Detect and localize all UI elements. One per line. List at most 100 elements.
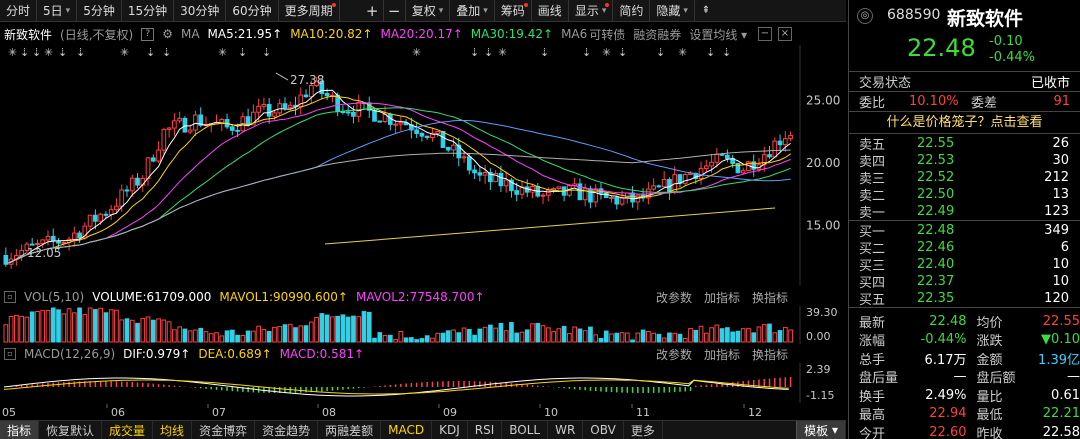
volume-bar	[424, 335, 430, 343]
macd-collapse-icon[interactable]: ▫	[4, 348, 16, 360]
volume-bar	[303, 325, 309, 343]
candle-body	[124, 189, 130, 192]
high-pointer	[275, 72, 289, 81]
stat-label: 最低	[976, 408, 1003, 424]
candle-body	[651, 185, 656, 190]
chart-mode: (日线,不复权)	[60, 27, 134, 42]
period-intraday-button[interactable]: 分时	[0, 0, 38, 22]
period-30min-button[interactable]: 30分钟	[174, 0, 227, 22]
tab-ma[interactable]: 均线	[153, 420, 193, 439]
period-60min-button[interactable]: 60分钟	[226, 0, 279, 22]
volume-bar	[319, 313, 325, 343]
tab-rsi[interactable]: RSI	[468, 420, 503, 439]
dif-text: DIF:0.979	[123, 347, 181, 361]
draw-line-button[interactable]: 画线	[532, 0, 569, 22]
volume-bar	[719, 328, 725, 343]
minus-icon[interactable]: −	[758, 27, 772, 41]
candle	[640, 187, 646, 202]
settings-gear-icon[interactable]: ⚙	[162, 27, 173, 41]
collapse-arrows-icon[interactable]: ⇞	[695, 0, 717, 22]
candle	[261, 97, 267, 110]
candle-body	[440, 130, 446, 148]
volume-bar	[277, 326, 283, 343]
volume-bar	[114, 309, 119, 343]
indicator-tab-bar: 指标 恢复默认 成交量 均线 资金博弈 资金趋势 两融差额 MACD KDJ R…	[0, 420, 846, 439]
set-ma-label: 设置均线	[689, 27, 738, 42]
tab-macd[interactable]: MACD	[381, 420, 433, 439]
macd-chart[interactable]: 2.39 -1.15	[0, 363, 846, 403]
period-5min-button[interactable]: 5分钟	[77, 0, 122, 22]
tab-wr[interactable]: WR	[548, 420, 584, 439]
volume-bar	[419, 338, 425, 343]
price-tick-label: 15.00	[806, 219, 840, 233]
candle-body	[324, 93, 330, 97]
ask-row: 卖五 22.55 26	[849, 135, 1080, 153]
candle-body	[156, 149, 161, 162]
volume-bar	[98, 307, 103, 343]
tab-fund-trend[interactable]: 资金趋势	[255, 420, 319, 439]
volume-bar	[735, 330, 741, 343]
convertible-bond-toggle[interactable]: 可转债	[589, 26, 625, 43]
chips-button[interactable]: 筹码	[495, 0, 532, 22]
candle	[677, 174, 683, 188]
candle-body	[709, 161, 714, 167]
tab-kdj[interactable]: KDJ	[432, 420, 468, 439]
month-label: 12	[748, 406, 762, 419]
volume-bar	[572, 326, 577, 343]
tab-boll[interactable]: BOLL	[502, 420, 549, 439]
tab-fund-game[interactable]: 资金博弈	[192, 420, 256, 439]
stock-name: 新致软件	[947, 8, 1024, 30]
volume-header: ▫ VOL(5,10) VOLUME:61709.000 MAVOL1:9099…	[0, 288, 846, 306]
zoom-in-button[interactable]: +	[362, 0, 384, 22]
help-icon[interactable]: ?	[141, 27, 155, 41]
macd-edit-params-button[interactable]: 改参数	[656, 346, 692, 363]
kline-chart[interactable]: 25.0020.0015.0027.3812.05✳ ⇣ ⇣ ✳ ⇣ ⇣ ✳ ⇣ ⇣ ✳ ⇣ ⇣ ✳ ⇣ ⇣…	[0, 45, 846, 285]
candle	[393, 120, 398, 134]
tab-restore-default[interactable]: 恢复默认	[39, 420, 103, 439]
margin-trading-toggle[interactable]: 融资融券	[633, 26, 681, 43]
more-periods-button[interactable]: 更多周期	[279, 0, 340, 22]
tab-more[interactable]: 更多	[624, 420, 663, 439]
high-annotation: 27.38	[290, 73, 324, 87]
volume-bar	[345, 316, 351, 343]
tab-volume[interactable]: 成交量	[102, 420, 154, 439]
event-marker: ✳	[120, 46, 129, 59]
chart-window-controls: − ×	[758, 23, 792, 45]
volume-bar	[293, 327, 298, 343]
volume-bar	[630, 339, 635, 343]
candle-body	[177, 117, 182, 122]
adjust-button[interactable]: 复权	[406, 0, 451, 22]
period-5day-button[interactable]: 5日	[37, 0, 78, 22]
volume-add-indicator-button[interactable]: 加指标	[704, 289, 740, 306]
volume-bar	[656, 333, 662, 343]
macd-add-indicator-button[interactable]: 加指标	[704, 346, 740, 363]
volume-change-indicator-button[interactable]: 换指标	[752, 289, 788, 306]
price-tick-label: 20.00	[806, 156, 840, 170]
overlay-button[interactable]: 叠加	[450, 0, 495, 22]
volume-bar	[693, 329, 699, 343]
simple-mode-button[interactable]: 简约	[613, 0, 651, 22]
tab-template[interactable]: 模板 ▾	[796, 420, 846, 439]
tab-obv[interactable]: OBV	[583, 420, 624, 439]
close-icon[interactable]: ×	[778, 27, 792, 41]
volume-collapse-icon[interactable]: ▫	[4, 291, 16, 303]
volume-bar	[651, 332, 656, 343]
bid-label: 买五	[859, 293, 886, 308]
volume-bar	[746, 328, 751, 343]
candle-body	[187, 129, 193, 133]
zoom-out-button[interactable]: −	[384, 0, 406, 22]
candle-body	[777, 140, 783, 146]
candle	[398, 116, 404, 131]
display-button[interactable]: 显示	[569, 0, 614, 22]
price-cage-link[interactable]: 什么是价格笼子？点击查看	[849, 112, 1080, 134]
candle-body	[609, 196, 614, 199]
hide-button[interactable]: 隐藏	[650, 0, 695, 22]
tab-margin-diff[interactable]: 两融差额	[318, 420, 382, 439]
tab-indicators[interactable]: 指标	[0, 420, 40, 439]
macd-change-indicator-button[interactable]: 换指标	[752, 346, 788, 363]
period-15min-button[interactable]: 15分钟	[122, 0, 175, 22]
volume-edit-params-button[interactable]: 改参数	[656, 289, 692, 306]
volume-chart[interactable]: 39.30 0.00	[0, 306, 846, 344]
ask-book: 卖五 22.55 26 卖四 22.53 30 卖三 22.52 212 卖二 22.50 13…	[849, 134, 1080, 221]
set-ma-button[interactable]: 设置均线 ▾	[689, 26, 747, 43]
